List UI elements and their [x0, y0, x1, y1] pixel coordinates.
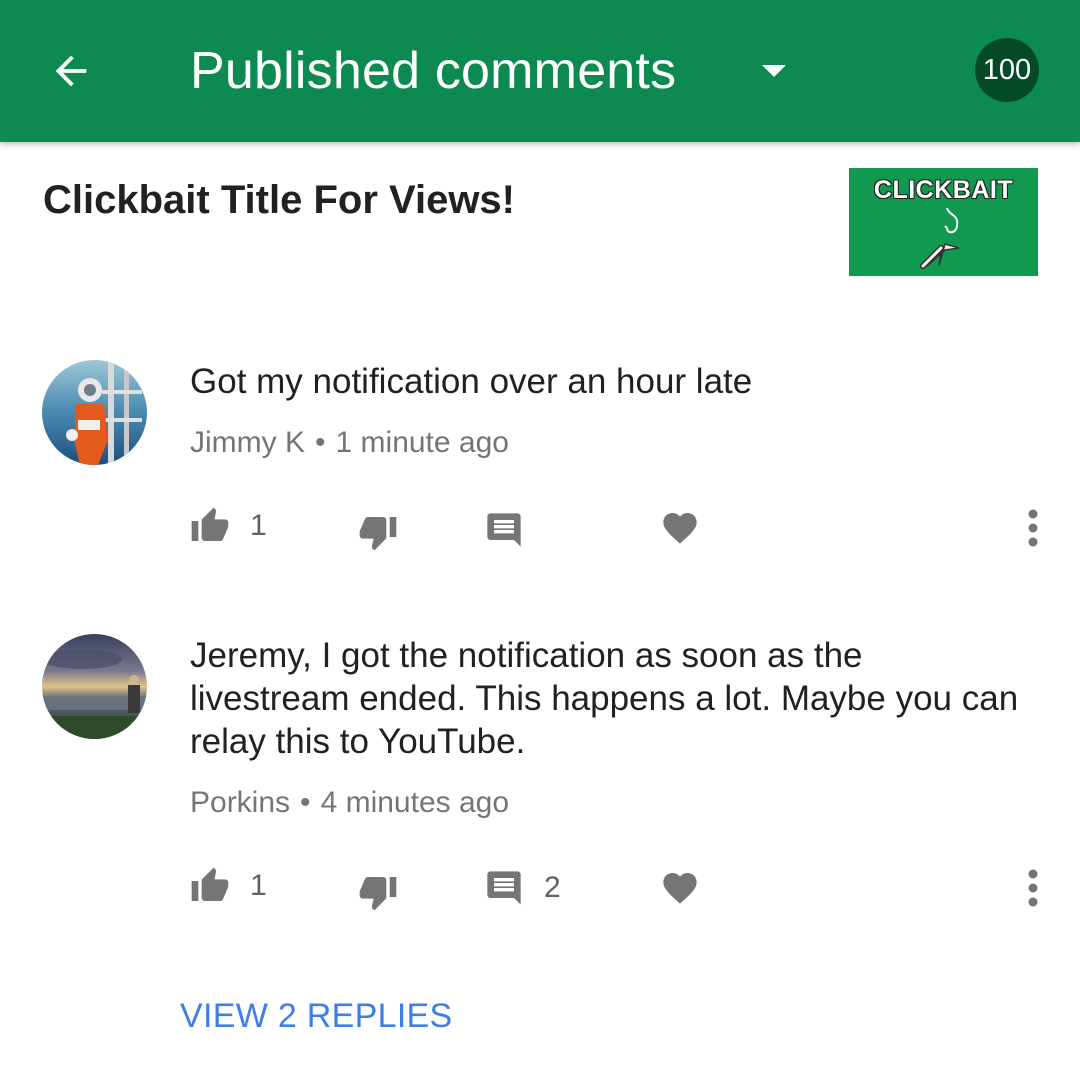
comment-author[interactable]: Jimmy K: [190, 426, 305, 459]
comment-time: 4 minutes ago: [320, 786, 510, 819]
more-options-button[interactable]: [1016, 502, 1050, 554]
meta-separator: •: [315, 426, 326, 459]
heart-button[interactable]: [660, 868, 700, 908]
dislike-button[interactable]: [358, 512, 398, 552]
like-button[interactable]: 1: [190, 866, 267, 906]
comment-time: 1 minute ago: [335, 426, 509, 459]
more-vert-icon: [1028, 869, 1038, 907]
heart-button[interactable]: [660, 508, 700, 548]
comment-meta: Jimmy K • 1 minute ago: [190, 425, 509, 461]
meta-separator: •: [300, 786, 311, 819]
like-count: 1: [250, 869, 267, 902]
thumbnail-label: CLICKBAIT: [873, 176, 1014, 204]
filter-dropdown-button[interactable]: [748, 50, 800, 92]
video-title[interactable]: Clickbait Title For Views!: [43, 176, 515, 224]
page-title: Published comments: [190, 42, 677, 100]
thumbs-down-icon: [359, 517, 397, 551]
more-vert-icon: [1028, 509, 1038, 547]
like-count: 1: [250, 509, 267, 542]
reply-button[interactable]: [484, 510, 524, 550]
view-replies-button[interactable]: VIEW 2 REPLIES: [180, 995, 453, 1037]
arrow-left-icon: [55, 55, 87, 87]
back-button[interactable]: [40, 40, 102, 102]
reply-count: 2: [544, 871, 561, 904]
comment-icon: [487, 513, 521, 547]
dislike-button[interactable]: [358, 872, 398, 912]
cursor-hook-icon: [920, 207, 960, 269]
app-bar: Published comments 100: [0, 0, 1080, 142]
avatar-image-diver: [42, 360, 147, 465]
comment-author[interactable]: Porkins: [190, 786, 290, 819]
thumbs-up-icon: [191, 507, 229, 541]
reply-button[interactable]: 2: [484, 868, 561, 908]
heart-icon: [663, 873, 697, 904]
thumbs-down-icon: [359, 877, 397, 911]
avatar[interactable]: [42, 360, 147, 465]
more-options-button[interactable]: [1016, 862, 1050, 914]
comment-meta: Porkins • 4 minutes ago: [190, 785, 509, 821]
avatar-image-sunset: [42, 634, 147, 739]
comment-text: Jeremy, I got the notification as soon a…: [190, 636, 1019, 761]
thumbs-up-icon: [191, 867, 229, 901]
video-thumbnail[interactable]: CLICKBAIT: [849, 168, 1038, 276]
avatar[interactable]: [42, 634, 147, 739]
comment-text: Got my notification over an hour late: [190, 362, 753, 401]
caret-down-icon: [762, 65, 786, 77]
comment-icon: [487, 871, 521, 905]
heart-icon: [663, 513, 697, 544]
comment-count-badge[interactable]: 100: [975, 38, 1039, 102]
like-button[interactable]: 1: [190, 506, 267, 546]
